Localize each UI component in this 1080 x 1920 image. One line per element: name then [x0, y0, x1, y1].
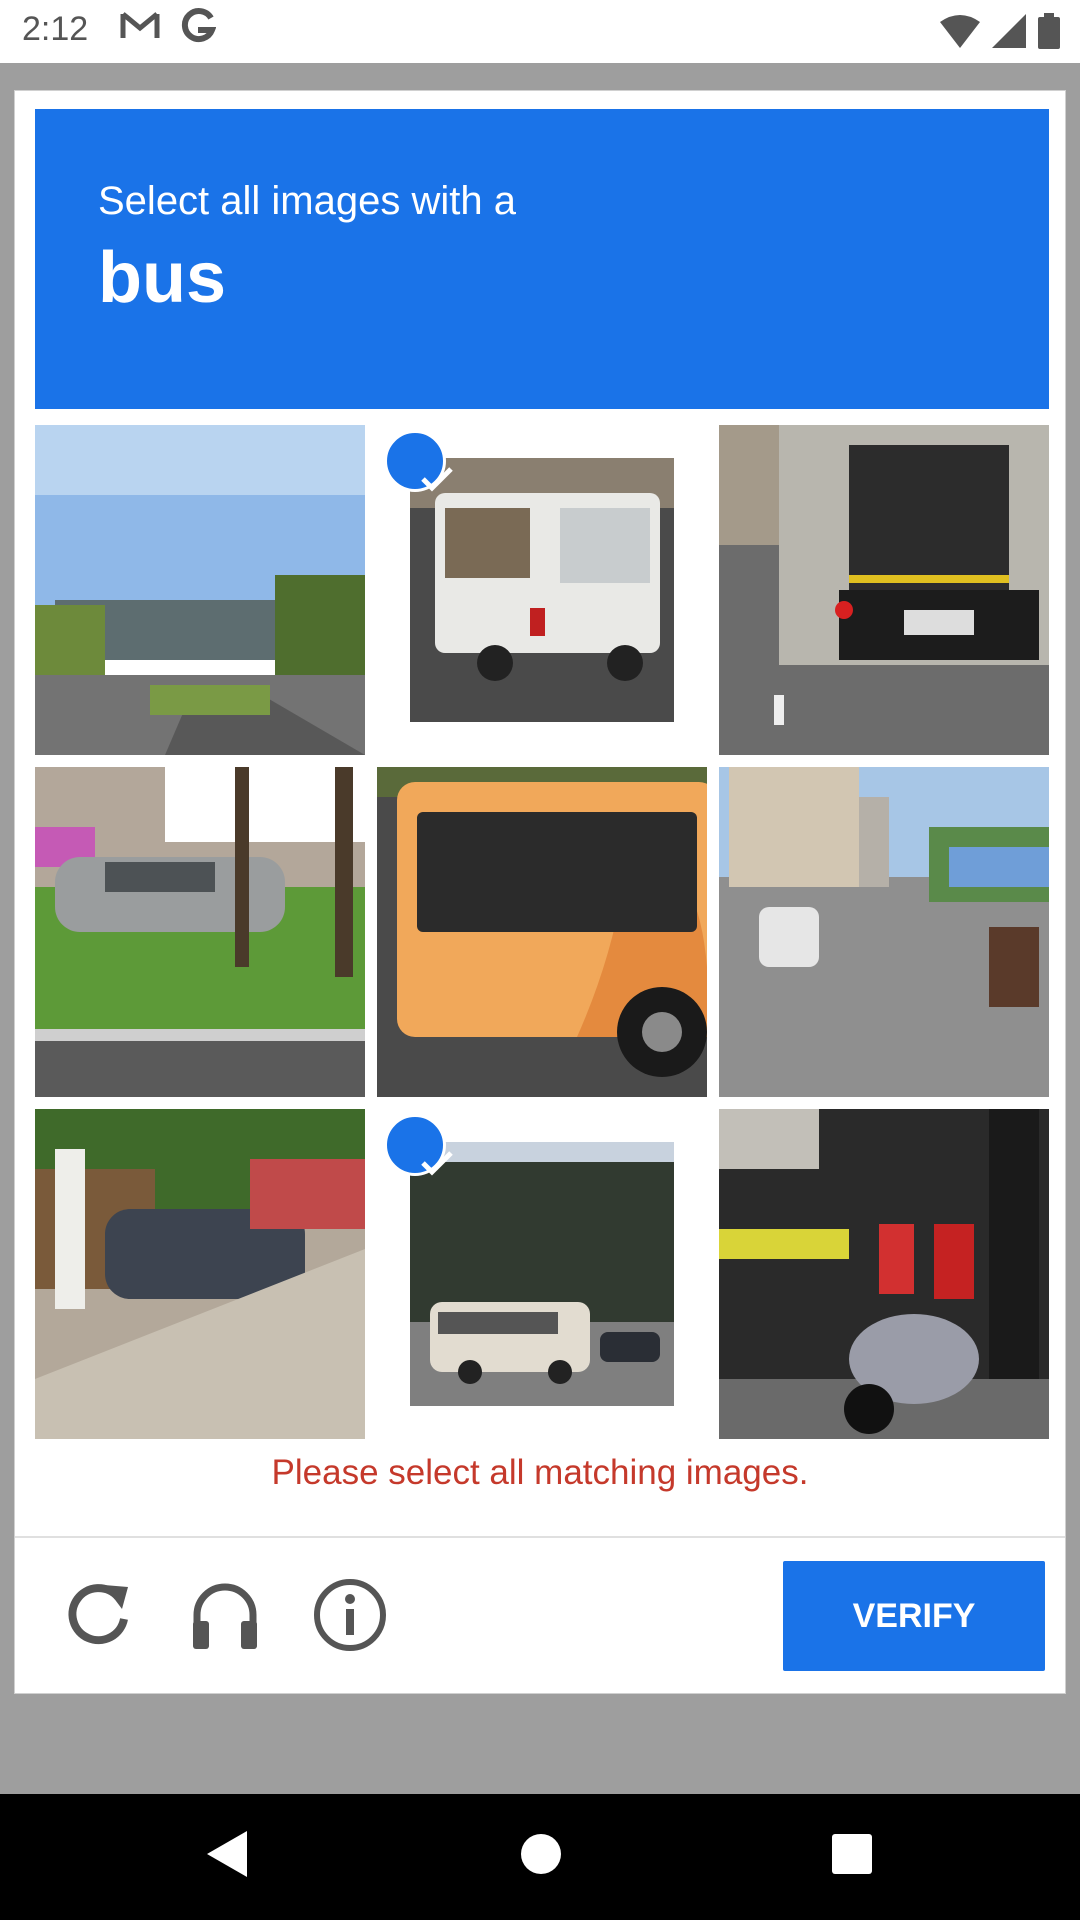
error-message: Please select all matching images.: [271, 1453, 809, 1492]
divider: [15, 1536, 1065, 1538]
image-tile-4[interactable]: [35, 767, 365, 1097]
target-object: bus: [98, 238, 227, 318]
back-icon[interactable]: [205, 1829, 249, 1884]
reload-icon[interactable]: [60, 1575, 140, 1655]
wifi-icon: [940, 15, 980, 48]
checkmark-icon: [384, 1114, 453, 1176]
google-icon: [180, 6, 217, 55]
verify-button[interactable]: VERIFY: [783, 1561, 1045, 1671]
image-tile-2[interactable]: [377, 425, 707, 755]
instruction-text: Select all images with a: [98, 179, 516, 223]
image-grid: [35, 425, 1049, 1439]
navigation-bar: [0, 1794, 1080, 1920]
status-time: 2:12: [22, 10, 89, 48]
info-icon[interactable]: [310, 1575, 390, 1655]
image-tile-6[interactable]: [719, 767, 1049, 1097]
recents-icon[interactable]: [830, 1829, 874, 1884]
image-tile-3[interactable]: [719, 425, 1049, 755]
gmail-icon: [120, 10, 160, 51]
captcha-header: Select all images with a bus: [35, 109, 1049, 409]
home-icon[interactable]: [519, 1829, 563, 1884]
signal-icon: [992, 14, 1026, 48]
headphones-icon[interactable]: [185, 1575, 265, 1655]
image-tile-8[interactable]: [377, 1109, 707, 1439]
status-bar: 2:12: [0, 0, 1080, 63]
image-tile-1[interactable]: [35, 425, 365, 755]
image-tile-9[interactable]: [719, 1109, 1049, 1439]
image-tile-5[interactable]: [377, 767, 707, 1097]
image-tile-7[interactable]: [35, 1109, 365, 1439]
checkmark-icon: [384, 430, 453, 492]
captcha-dialog: Select all images with a bus Please sele…: [14, 90, 1066, 1694]
battery-icon: [1038, 13, 1060, 49]
